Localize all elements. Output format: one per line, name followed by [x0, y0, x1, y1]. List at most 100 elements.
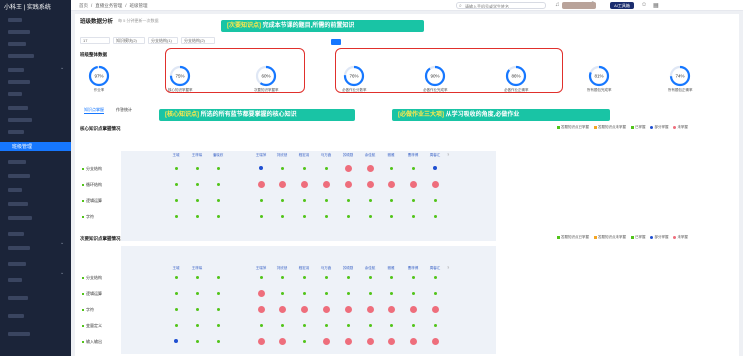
mastered-dot[interactable] [174, 291, 178, 295]
mastered-dot[interactable] [216, 323, 220, 327]
student-column-header[interactable]: 程宏羽 [294, 153, 314, 158]
mastered-dot[interactable] [433, 291, 437, 295]
student-column-header[interactable]: 王城 [166, 153, 186, 158]
mastered-dot[interactable] [280, 198, 284, 202]
mastered-dot[interactable] [259, 275, 263, 279]
user-icon[interactable]: ☺ [641, 2, 647, 8]
unmastered-dot[interactable] [344, 337, 352, 345]
mastered-dot[interactable] [174, 323, 178, 327]
mastered-dot[interactable] [174, 214, 178, 218]
unmastered-dot[interactable] [409, 337, 417, 345]
mastered-dot[interactable] [302, 275, 306, 279]
search-box[interactable]: ⌕ [456, 2, 546, 9]
unmastered-dot[interactable] [278, 337, 286, 345]
unmastered-dot[interactable] [366, 337, 374, 345]
mastered-dot[interactable] [324, 275, 328, 279]
student-column-header[interactable]: 马万鑫 [316, 153, 336, 158]
sidebar-item[interactable] [8, 278, 22, 282]
sidebar-item-class-management[interactable]: 班级管理 [0, 142, 71, 151]
student-column-header[interactable]: 马万鑫 [316, 266, 336, 271]
mastered-dot[interactable] [216, 198, 220, 202]
sidebar-item[interactable] [8, 54, 34, 58]
student-column-header[interactable]: 周馨汇 [425, 153, 445, 158]
sidebar-item[interactable] [8, 130, 24, 134]
unmastered-dot[interactable] [344, 180, 352, 188]
sidebar-item[interactable] [8, 80, 30, 84]
mastered-dot[interactable] [389, 214, 393, 218]
mastered-dot[interactable] [411, 166, 415, 170]
unmastered-dot[interactable] [257, 337, 265, 345]
student-column-header[interactable]: 程宏羽 [294, 266, 314, 271]
bell-icon[interactable]: ♫ [555, 2, 560, 8]
breadcrumb-live-business[interactable]: 直播业务管理 [95, 3, 122, 8]
tab-answer-stats[interactable]: 作答统计 [116, 107, 132, 113]
unmastered-dot[interactable] [387, 337, 395, 345]
mastered-dot[interactable] [368, 323, 372, 327]
unmastered-dot[interactable] [344, 164, 352, 172]
sidebar-item[interactable] [8, 232, 24, 236]
mastered-dot[interactable] [411, 198, 415, 202]
student-column-header[interactable]: 刘欣然 [272, 266, 292, 271]
mastered-dot[interactable] [174, 307, 178, 311]
help-icon[interactable]: ? [447, 265, 449, 270]
unmastered-dot[interactable] [257, 305, 265, 313]
student-column-header[interactable]: 曹梓博 [403, 266, 423, 271]
sidebar-item[interactable] [8, 174, 30, 178]
unmastered-dot[interactable] [431, 180, 439, 188]
sidebar-item[interactable] [8, 296, 28, 300]
mastered-dot[interactable] [174, 182, 178, 186]
partial-dot[interactable] [174, 339, 178, 343]
unmastered-dot[interactable] [322, 305, 330, 313]
student-column-header[interactable]: 苏硕勋 [338, 153, 358, 158]
sidebar-item[interactable] [8, 118, 32, 122]
mastered-dot[interactable] [280, 166, 284, 170]
mastered-dot[interactable] [259, 198, 263, 202]
chevron-down-icon[interactable]: ⌄ [60, 240, 64, 246]
grid-icon[interactable]: ▦ [653, 2, 659, 9]
mastered-dot[interactable] [302, 214, 306, 218]
sidebar-item[interactable] [8, 246, 30, 250]
mastered-dot[interactable] [324, 323, 328, 327]
mastered-dot[interactable] [302, 291, 306, 295]
mastered-dot[interactable] [280, 275, 284, 279]
mastered-dot[interactable] [411, 214, 415, 218]
student-column-header[interactable]: 雅雅 [381, 153, 401, 158]
sidebar-item[interactable] [8, 160, 26, 164]
help-icon[interactable]: ? [447, 152, 449, 157]
mastered-dot[interactable] [368, 214, 372, 218]
student-column-header[interactable]: 王瑞萍 [251, 266, 271, 271]
unmastered-dot[interactable] [387, 305, 395, 313]
mastered-dot[interactable] [346, 198, 350, 202]
unmastered-dot[interactable] [366, 305, 374, 313]
mastered-dot[interactable] [302, 323, 306, 327]
mastered-dot[interactable] [433, 214, 437, 218]
mastered-dot[interactable] [302, 198, 306, 202]
mastered-dot[interactable] [389, 275, 393, 279]
student-column-header[interactable]: 潘晓欣 [208, 153, 228, 158]
sidebar-item[interactable] [8, 314, 24, 318]
mastered-dot[interactable] [433, 323, 437, 327]
mastered-dot[interactable] [324, 198, 328, 202]
sidebar-item[interactable] [8, 262, 26, 266]
unmastered-dot[interactable] [409, 305, 417, 313]
mastered-dot[interactable] [324, 291, 328, 295]
mastered-dot[interactable] [411, 323, 415, 327]
topic-select-2[interactable]: 分支结构(2) [181, 37, 215, 44]
module-select[interactable]: 知识模块(2) [113, 37, 145, 44]
unmastered-dot[interactable] [300, 180, 308, 188]
partial-dot[interactable] [259, 166, 263, 170]
student-column-header[interactable]: 余佳航 [360, 266, 380, 271]
mastered-dot[interactable] [195, 291, 199, 295]
unmastered-dot[interactable] [366, 164, 374, 172]
mastered-dot[interactable] [346, 214, 350, 218]
sidebar-item[interactable] [8, 68, 24, 72]
mastered-dot[interactable] [368, 198, 372, 202]
mastered-dot[interactable] [280, 291, 284, 295]
unmastered-dot[interactable] [344, 305, 352, 313]
mastered-dot[interactable] [324, 214, 328, 218]
unmastered-dot[interactable] [257, 289, 265, 297]
ai-tools-button[interactable]: AI工具箱 [610, 2, 634, 9]
mastered-dot[interactable] [195, 339, 199, 343]
student-column-header[interactable]: 王城 [166, 266, 186, 271]
mastered-dot[interactable] [368, 275, 372, 279]
